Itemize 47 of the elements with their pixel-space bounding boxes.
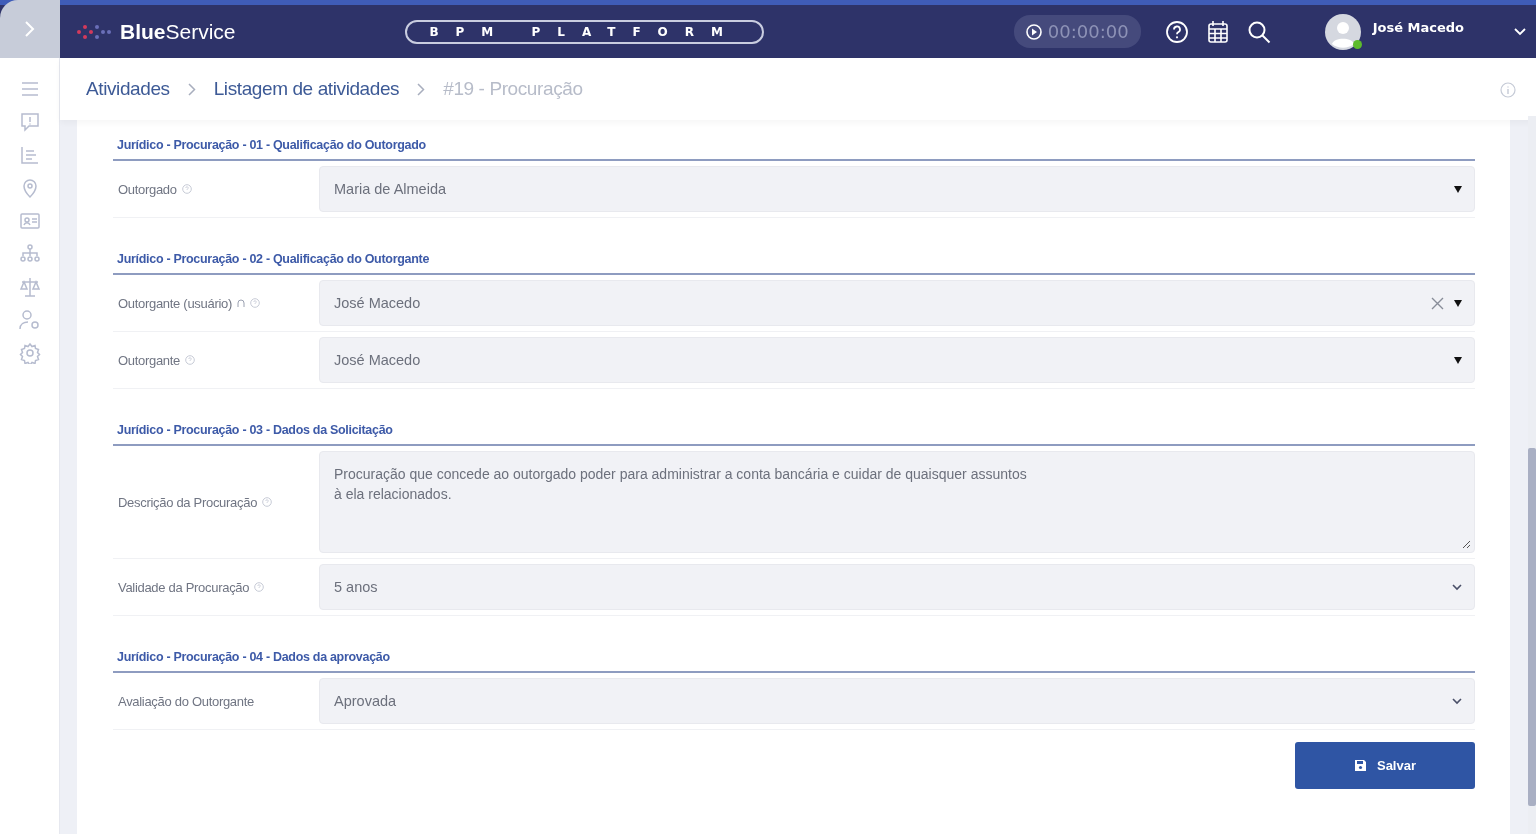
field-label: Descrição da Procuração xyxy=(118,494,258,510)
chevron-right-icon xyxy=(23,20,37,38)
save-button[interactable]: Salvar xyxy=(1295,742,1475,789)
select-field[interactable]: 5 anos xyxy=(319,564,1475,610)
section-title: Jurídico - Procuração - 01 - Qualificação do Outorgado xyxy=(113,134,1475,161)
id-card-icon[interactable] xyxy=(18,210,41,232)
chevron-right-icon xyxy=(417,82,426,96)
field-label: Outorgante xyxy=(118,352,181,368)
section-title: Jurídico - Procuração - 03 - Dados da Solicitação xyxy=(113,419,1475,446)
breadcrumb-link[interactable]: Atividades xyxy=(86,78,170,100)
list-icon[interactable] xyxy=(18,144,41,166)
clear-icon[interactable] xyxy=(1431,296,1444,310)
combobox-field[interactable]: Maria de Almeida xyxy=(319,166,1475,212)
calendar-icon[interactable] xyxy=(1206,19,1229,44)
avatar[interactable] xyxy=(1324,13,1361,50)
field-label: Validade da Procuração xyxy=(118,579,250,595)
scales-icon[interactable] xyxy=(18,276,41,298)
settings-icon[interactable] xyxy=(18,342,41,364)
field-label: Outorgante (usuário) xyxy=(118,295,232,311)
message-alert-icon[interactable] xyxy=(18,111,41,133)
hierarchy-icon[interactable] xyxy=(18,243,41,265)
platform-badge: BPM PLATFORM xyxy=(405,19,764,44)
scrollbar-thumb[interactable] xyxy=(1528,448,1536,806)
textarea-field[interactable]: Procuração que concede ao outorgado poder para administrar a conta bancária e cuidar de quaisquer assuntos à ela relacionados. xyxy=(319,451,1475,553)
dropdown-triangle-icon[interactable] xyxy=(1454,356,1462,364)
combobox-field[interactable]: José Macedo xyxy=(319,280,1475,326)
breadcrumb-link[interactable]: Listagem de atividades xyxy=(213,78,400,100)
section-title: Jurídico - Procuração - 02 - Qualificação do Outorgante xyxy=(113,248,1475,275)
dropdown-triangle-icon[interactable] xyxy=(1454,299,1462,307)
info-icon[interactable] xyxy=(1500,82,1516,98)
resize-grip-icon[interactable] xyxy=(1462,540,1471,549)
select-field[interactable]: Aprovada xyxy=(319,678,1475,724)
expand-sidebar-button[interactable] xyxy=(0,0,60,58)
chevron-down-icon[interactable] xyxy=(1452,697,1462,705)
dropdown-triangle-icon[interactable] xyxy=(1454,185,1462,193)
play-icon xyxy=(1025,23,1042,40)
timer-button[interactable]: 00:00:00 xyxy=(1013,15,1141,48)
section-title: Jurídico - Procuração - 04 - Dados da aprovação xyxy=(113,646,1475,673)
combobox-field[interactable]: José Macedo xyxy=(319,337,1475,383)
chevron-right-icon xyxy=(187,82,196,96)
user-name[interactable]: José Macedo xyxy=(1372,20,1464,35)
field-label: Outorgado xyxy=(118,181,177,197)
search-icon[interactable] xyxy=(1246,19,1271,44)
user-settings-icon[interactable] xyxy=(18,309,41,331)
app-logo-text: BlueService xyxy=(120,19,236,44)
chevron-down-icon[interactable] xyxy=(1452,583,1462,591)
field-label: Avaliação do Outorgante xyxy=(118,693,254,709)
